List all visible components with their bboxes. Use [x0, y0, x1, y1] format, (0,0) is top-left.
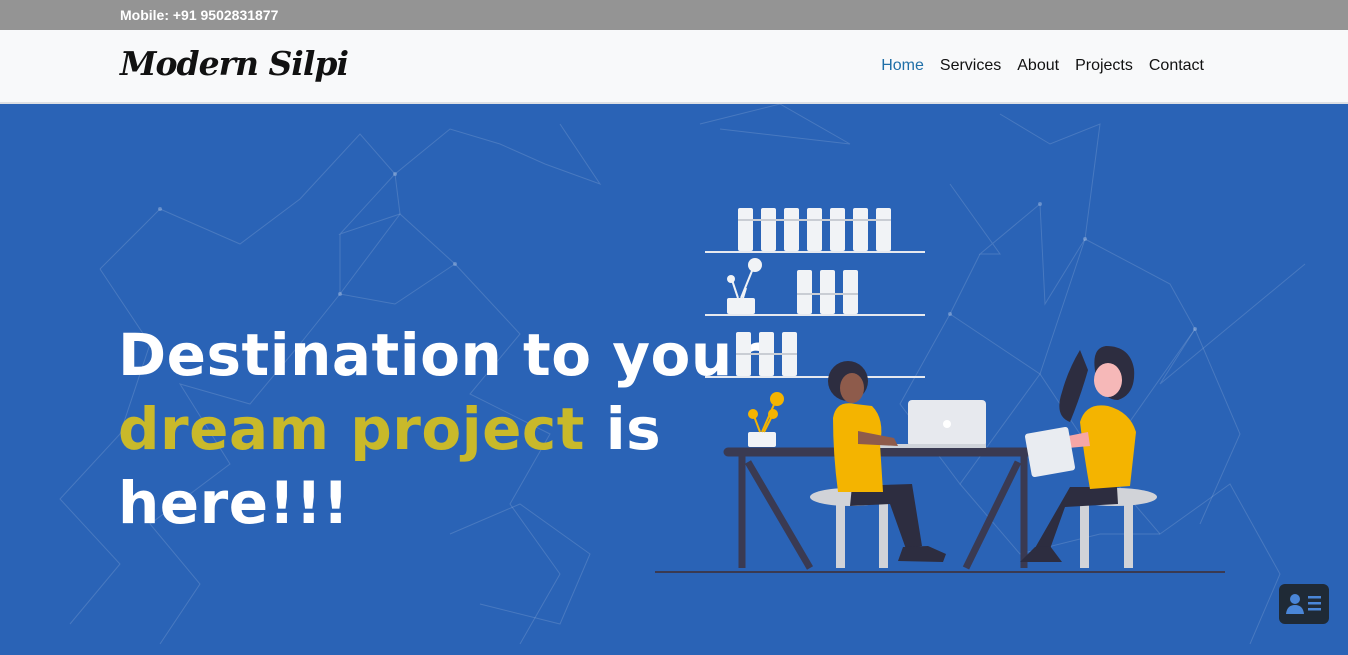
main-nav: Home Services About Projects Contact	[881, 57, 1204, 75]
top-info-bar: Mobile: +91 9502831877	[0, 0, 1348, 30]
shelf-middle	[705, 258, 925, 316]
shelf-top	[705, 208, 925, 253]
nav-home[interactable]: Home	[881, 57, 924, 75]
nav-contact[interactable]: Contact	[1149, 57, 1204, 75]
nav-about[interactable]: About	[1017, 57, 1059, 75]
person-right	[1020, 346, 1136, 562]
two-people-working-illustration	[655, 208, 1225, 573]
headline-accent: dream project	[118, 395, 586, 463]
laptop	[880, 400, 986, 448]
navbar: Modern Silpi Home Services About Project…	[0, 30, 1348, 104]
nav-projects[interactable]: Projects	[1075, 57, 1133, 75]
brand-logo[interactable]: Modern Silpi	[120, 44, 349, 83]
contact-card-button[interactable]	[1279, 584, 1329, 624]
mobile-number: Mobile: +91 9502831877	[120, 7, 279, 23]
desk-plant	[748, 392, 784, 447]
shelf-bottom	[705, 332, 925, 378]
nav-services[interactable]: Services	[940, 57, 1001, 75]
hero-section: Destination to your dream project is her…	[0, 104, 1348, 655]
contact-card-icon	[1286, 594, 1321, 614]
